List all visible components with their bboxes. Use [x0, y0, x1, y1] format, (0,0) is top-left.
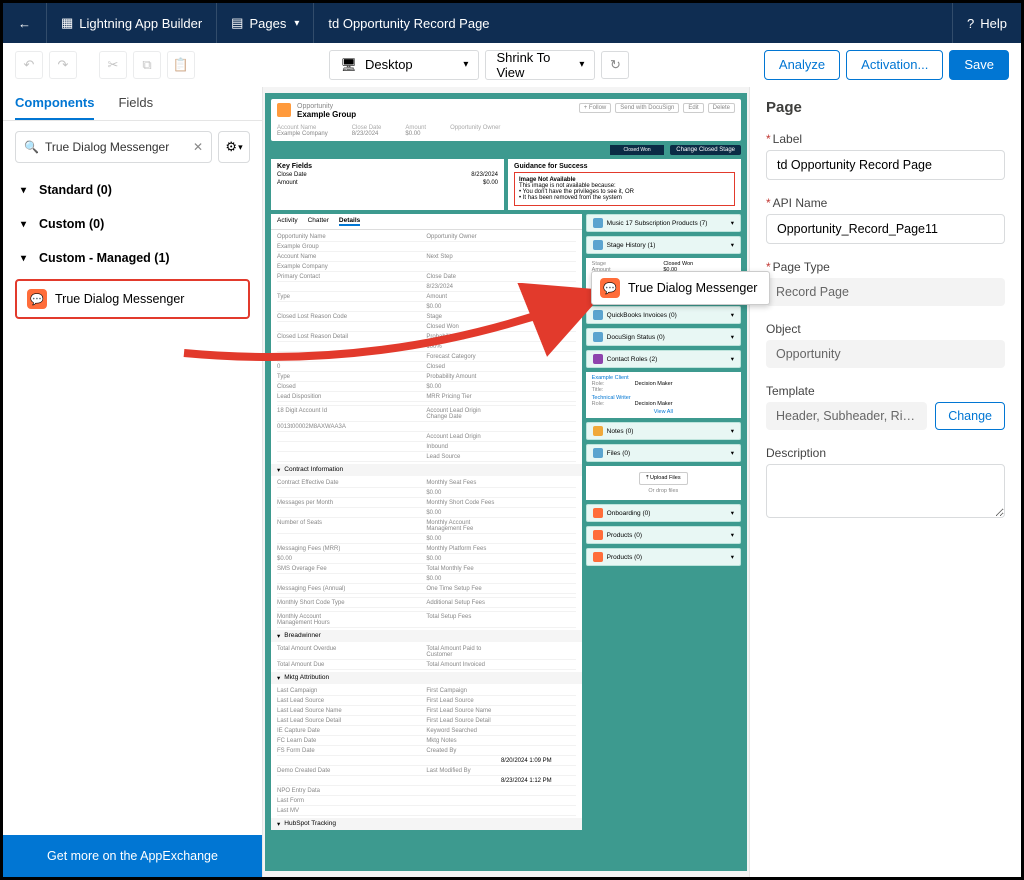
activation-button[interactable]: Activation... [846, 50, 943, 80]
category-custom[interactable]: ▾Custom (0) [3, 207, 262, 241]
canvas[interactable]: Opportunity Example Group + FollowSend w… [263, 87, 749, 877]
opportunity-icon [277, 103, 291, 117]
refresh-button[interactable]: ↻ [601, 51, 629, 79]
panel-title: Page [766, 99, 1005, 116]
gear-icon: ⚙ [225, 139, 237, 155]
pagetype-value: Record Page [766, 278, 1005, 306]
record-header[interactable]: Opportunity Example Group + FollowSend w… [271, 99, 741, 141]
pages-dropdown[interactable]: ▤Pages▾ [217, 3, 314, 43]
search-icon: 🔍 [24, 140, 39, 154]
related-card[interactable]: Notes (0)▾ [586, 422, 741, 440]
related-card[interactable]: Stage History (1)▾ [586, 236, 741, 254]
paste-button[interactable]: 📋 [167, 51, 195, 79]
chevron-down-icon: ▾ [463, 59, 468, 70]
chevron-down-icon: ▾ [21, 253, 31, 264]
clear-search-icon[interactable]: ✕ [193, 140, 203, 154]
chevron-down-icon: ▾ [579, 59, 584, 70]
help-icon: ? [967, 16, 974, 31]
related-card[interactable]: Onboarding (0)▾ [586, 504, 741, 522]
settings-button[interactable]: ⚙▾ [218, 131, 250, 163]
page-properties: Page *Label *API Name *Page Type Record … [749, 87, 1021, 877]
description-input[interactable] [766, 464, 1005, 518]
top-nav: ← ▦Lightning App Builder ▤Pages▾ td Oppo… [3, 3, 1021, 43]
page-title: td Opportunity Record Page [314, 3, 503, 43]
help-button[interactable]: ? Help [952, 3, 1021, 43]
related-card[interactable]: Products (0)▾ [586, 548, 741, 566]
related-card[interactable]: Contact Roles (2)▾ [586, 350, 741, 368]
analyze-button[interactable]: Analyze [764, 50, 840, 80]
object-value: Opportunity [766, 340, 1005, 368]
zoom-select[interactable]: Shrink To View▾ [485, 50, 595, 80]
desktop-icon: 🖥 [340, 57, 357, 73]
chat-icon: 💬 [27, 289, 47, 309]
component-true-dialog[interactable]: 💬 True Dialog Messenger [15, 279, 250, 319]
chevron-down-icon: ▾ [21, 219, 31, 230]
related-card[interactable]: DocuSign Status (0)▾ [586, 328, 741, 346]
change-template-button[interactable]: Change [935, 402, 1005, 430]
guidance[interactable]: Guidance for Success Image Not Available… [508, 159, 741, 210]
label-input[interactable] [766, 150, 1005, 180]
page-icon: ▤ [231, 15, 243, 31]
redo-button[interactable]: ↷ [49, 51, 77, 79]
related-column[interactable]: Music 17 Subscription Products (7)▾ Stage… [586, 214, 741, 830]
category-standard[interactable]: ▾Standard (0) [3, 173, 262, 207]
template-value: Header, Subheader, Right Sid... [766, 402, 927, 430]
apiname-input[interactable] [766, 214, 1005, 244]
change-stage-button[interactable]: Change Closed Stage [670, 145, 741, 155]
appexchange-link[interactable]: Get more on the AppExchange [3, 835, 262, 877]
left-panel: Components Fields 🔍 True Dialog Messenge… [3, 87, 263, 877]
key-fields[interactable]: Key Fields Close Date8/23/2024Amount$0.0… [271, 159, 504, 210]
viewport-select[interactable]: 🖥Desktop▾ [329, 50, 479, 80]
chevron-down-icon: ▾ [238, 142, 243, 153]
category-managed[interactable]: ▾Custom - Managed (1) [3, 241, 262, 275]
tab-fields[interactable]: Fields [118, 87, 153, 120]
chevron-down-icon: ▾ [294, 18, 299, 29]
back-button[interactable]: ← [3, 3, 47, 43]
related-card[interactable]: Files (0)▾ [586, 444, 741, 462]
details-panel[interactable]: ActivityChatterDetails Opportunity NameO… [271, 214, 582, 830]
cut-button[interactable]: ✂ [99, 51, 127, 79]
path[interactable]: Closed Won Change Closed Stage [271, 145, 741, 155]
related-card[interactable]: Products (0)▾ [586, 526, 741, 544]
undo-button[interactable]: ↶ [15, 51, 43, 79]
related-card[interactable]: QuickBooks Invoices (0)▾ [586, 306, 741, 324]
chevron-down-icon: ▾ [21, 185, 31, 196]
tab-components[interactable]: Components [15, 87, 94, 120]
save-button[interactable]: Save [949, 50, 1009, 80]
search-input[interactable]: 🔍 True Dialog Messenger ✕ [15, 131, 212, 163]
toolbar: ↶ ↷ ✂ ⧉ 📋 🖥Desktop▾ Shrink To View▾ ↻ An… [3, 43, 1021, 87]
builder-label[interactable]: ▦Lightning App Builder [47, 3, 217, 43]
related-card[interactable]: Music 17 Subscription Products (7)▾ [586, 214, 741, 232]
copy-button[interactable]: ⧉ [133, 51, 161, 79]
app-icon: ▦ [61, 15, 73, 31]
